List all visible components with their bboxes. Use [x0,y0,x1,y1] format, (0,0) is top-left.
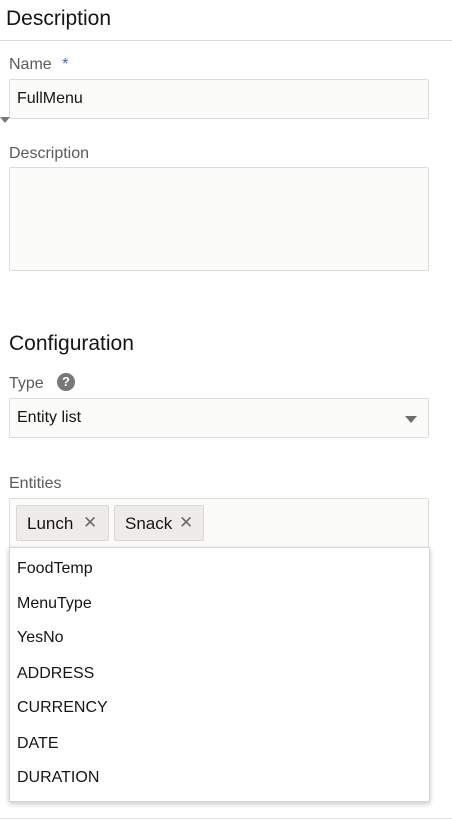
option-duration[interactable]: DURATION [17,769,99,787]
description-textarea[interactable] [9,167,429,271]
remove-chip-snack-icon[interactable]: ✕ [179,513,193,533]
option-yesno[interactable]: YesNo [17,629,64,647]
option-foodtemp[interactable]: FoodTemp [17,560,93,578]
section-divider [0,40,452,41]
collapse-caret-icon[interactable] [0,117,10,123]
description-label: Description [9,145,90,162]
entities-label: Entities [9,475,62,492]
type-select-value: Entity list [17,409,82,426]
description-section-title: Description [6,7,112,30]
name-input[interactable]: FullMenu [9,79,429,119]
type-select[interactable]: Entity list [9,398,429,438]
entity-chip-lunch: Lunch ✕ [16,505,109,541]
remove-chip-lunch-icon[interactable]: ✕ [83,513,97,533]
chip-label: Snack [125,514,173,533]
entities-dropdown: FoodTemp MenuType YesNo ADDRESS CURRENCY… [9,547,430,802]
option-menutype[interactable]: MenuType [17,595,92,613]
type-label: Type [9,375,44,392]
entity-chip-snack: Snack ✕ [114,505,204,541]
chevron-down-icon [405,416,417,423]
option-date[interactable]: DATE [17,735,58,753]
help-icon[interactable]: ? [57,373,75,391]
name-label-text: Name [9,56,52,73]
name-input-value: FullMenu [17,90,83,107]
option-currency[interactable]: CURRENCY [17,699,108,717]
chip-label: Lunch [27,514,74,533]
entities-multiselect[interactable]: Lunch ✕ Snack ✕ [9,498,429,548]
option-address[interactable]: ADDRESS [17,665,94,683]
configuration-section-title: Configuration [9,332,134,355]
bottom-divider [0,818,452,819]
required-marker: * [62,56,69,73]
name-label: Name * [9,56,68,74]
